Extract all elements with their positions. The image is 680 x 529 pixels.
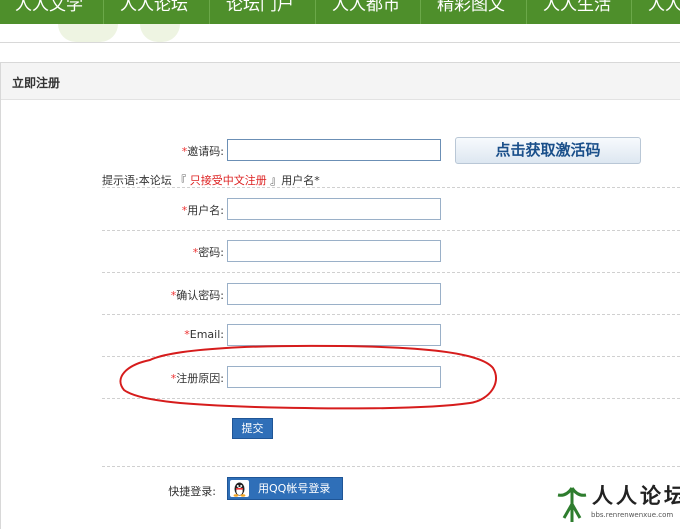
submit-button[interactable]: 提交 [232,418,273,439]
logo-figure-icon [557,487,587,522]
red-annotation-circle [119,344,498,410]
row-divider [102,466,680,467]
qq-penguin-icon [230,480,249,497]
qq-login-label: 用QQ帐号登录 [258,482,331,495]
qq-login-button[interactable]: 用QQ帐号登录 [227,477,343,500]
watermark-text: 人人论坛 [592,483,680,508]
site-watermark: 人人论坛 bbs.renrenwenxue.com [556,480,680,529]
quick-login-label: 快捷登录: [168,485,216,498]
watermark-url: bbs.renrenwenxue.com [591,511,674,519]
